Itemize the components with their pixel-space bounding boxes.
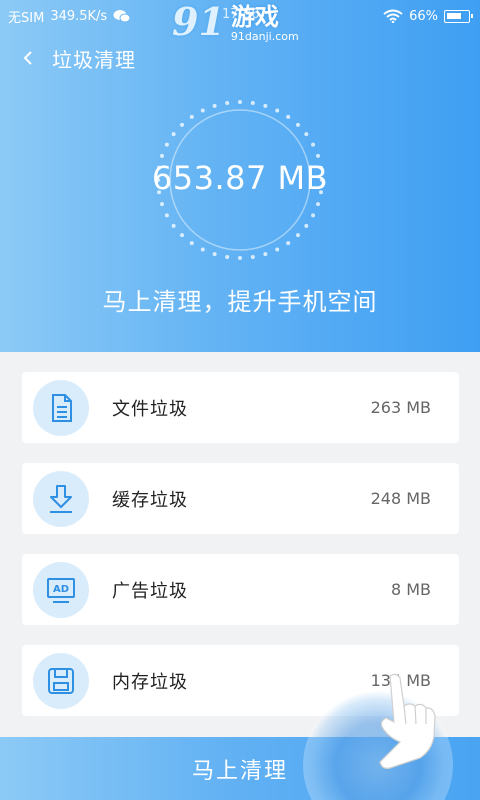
gauge-dot	[315, 153, 320, 158]
hero-slogan: 马上清理，提升手机空间	[102, 288, 378, 316]
gauge-dot	[311, 142, 316, 147]
gauge-dot	[225, 255, 230, 260]
gauge-dot	[180, 233, 185, 238]
gauge-dot	[225, 100, 230, 105]
gauge-dot	[275, 247, 280, 252]
gauge-dot	[295, 233, 300, 238]
wechat-icon	[113, 10, 131, 23]
gauge-dot	[212, 252, 217, 257]
gauge-dot	[160, 202, 165, 207]
gauge-dot	[275, 108, 280, 113]
gauge-dot	[263, 252, 268, 257]
status-time: 17:36	[222, 7, 260, 22]
gauge-dot	[200, 247, 205, 252]
pointing-hand-icon	[379, 673, 436, 769]
gauge-dot	[160, 153, 165, 158]
gauge-dot	[250, 255, 255, 260]
battery-percent: 66%	[409, 8, 438, 24]
save-icon	[48, 668, 74, 694]
gauge-dot	[171, 132, 176, 137]
list-item-label: 缓存垃圾	[112, 489, 188, 511]
file-icon-wrap	[33, 380, 89, 436]
download-icon	[50, 485, 72, 513]
list-item-label: 广告垃圾	[112, 580, 188, 602]
gauge-dot	[180, 122, 185, 127]
ad-icon: AD	[47, 578, 75, 603]
file-icon	[52, 394, 72, 422]
save-icon-wrap	[33, 653, 89, 709]
carrier-text: 无SIM	[8, 10, 45, 26]
gauge-dot	[304, 132, 309, 137]
gauge-dot	[189, 241, 194, 246]
list-item-file-junk[interactable]: 文件垃圾 263 MB	[22, 372, 459, 443]
total-junk-size: 653.87 MB	[151, 159, 329, 197]
gauge-dot	[286, 241, 291, 246]
list-item-size: 248 MB	[370, 489, 431, 508]
gauge-dot	[315, 202, 320, 207]
gauge-dot	[295, 122, 300, 127]
gauge-dot	[250, 100, 255, 105]
header-panel: 无SIM 349.5K/s 66% 91 17:36 游戏 91danji.co…	[0, 0, 480, 352]
gauge-dot	[164, 142, 169, 147]
download-icon-wrap	[33, 471, 89, 527]
gauge-dot	[311, 213, 316, 218]
list-item-cache-junk[interactable]: 缓存垃圾 248 MB	[22, 463, 459, 534]
svg-text:AD: AD	[53, 584, 69, 595]
ad-icon-wrap: AD	[33, 562, 89, 618]
gauge-dot	[200, 108, 205, 113]
gauge-dot	[164, 213, 169, 218]
list-item-size: 263 MB	[370, 398, 431, 417]
page-title: 垃圾清理	[52, 47, 136, 72]
gauge-dot	[304, 223, 309, 228]
gauge-dot	[238, 256, 242, 260]
battery-icon	[444, 9, 473, 23]
gauge-dot	[171, 223, 176, 228]
gauge-dot	[263, 103, 268, 108]
wifi-icon	[383, 9, 403, 23]
gauge-dot	[286, 114, 291, 119]
gauge-dot	[212, 103, 217, 108]
list-item-ad-junk[interactable]: AD 广告垃圾 8 MB	[22, 554, 459, 625]
clean-now-label: 马上清理	[191, 758, 288, 784]
nav-bar: 垃圾清理	[0, 38, 480, 78]
gauge-dot	[238, 100, 242, 104]
net-speed-text: 349.5K/s	[50, 8, 108, 24]
gauge-dot	[189, 114, 194, 119]
list-item-label: 内存垃圾	[112, 671, 188, 693]
list-item-size: 8 MB	[390, 580, 431, 599]
list-item-label: 文件垃圾	[112, 398, 188, 420]
back-icon[interactable]	[22, 51, 36, 65]
